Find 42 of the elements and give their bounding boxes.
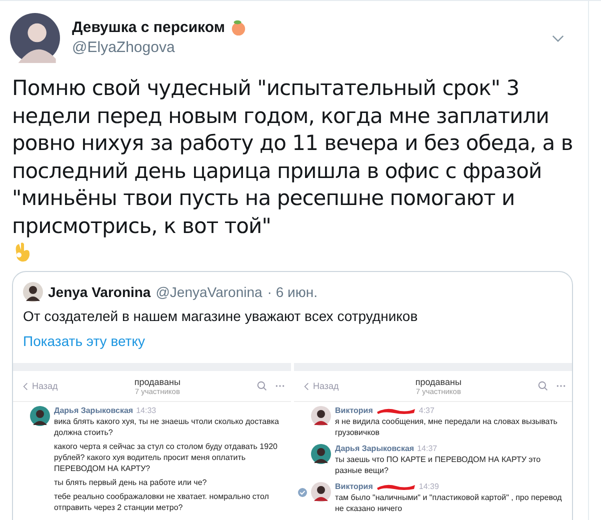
author-name[interactable]: Девушка с персиком [72,19,225,36]
peach-icon [230,19,247,36]
quoted-tweet[interactable] [12,271,573,520]
message-text: вика блять какого хуя, ты не знаешь чтоли сколько доставка должна стоить? [54,416,280,438]
search-icon [538,381,548,391]
show-thread-link[interactable]: Показать эту ветку [13,324,155,349]
message-time: 14:37 [417,444,438,453]
message-time: 4:37 [418,406,434,415]
message-time: 14:33 [136,406,156,415]
avatar [311,406,331,426]
message-author: Дарья Зарыковская [335,444,414,453]
avatar [30,406,50,426]
chat-title: продаваны [415,376,462,386]
author-handle[interactable]: @ElyaZhogova [72,39,247,56]
chevron-down-icon[interactable] [552,35,564,42]
back-link: Назад [304,381,339,391]
message-text: там было "наличными" и "пластиковой картой" , про перевод не сказано ничего [335,492,563,514]
search-icon [257,381,267,391]
back-link: Назад [23,381,58,391]
message-text: тебе реально соображаловки не хватает. номрально стол отправить через 2 станции метро? [54,491,270,513]
avatar [23,282,43,302]
more-icon [556,384,566,388]
message-author: Виктория [335,406,373,415]
message-text: какого черта я сейчас за стул со столом буду отдавать 1920 рублей? какого хуя водитель просит меня оплатить ПЕРЕВОДОМ НА КАРТУ? [54,441,278,474]
tweet-text: Помню свой чудесный "испытательный срок" 3 недели перед новым годом, когда мне заплатили ровно нихуя за работу до 11 вечера и без обеда, а в последний день царица пришла в офис с фразой "миньёны твои пусть на ресепшне помогают и присмотрись, к вот той" [12,75,574,240]
back-icon [304,382,309,390]
message-text: ты заешь что ПО КАРТЕ и ПЕРЕВОДОМ НА КАРТУ это разные вещи? [335,454,542,476]
quote-author-handle: @JenyaVaronina [156,284,262,300]
more-icon [275,384,285,388]
avatar [311,444,331,464]
quote-date: · 6 июн. [267,284,318,300]
message-time: 14:39 [418,482,439,491]
avatar [311,482,331,502]
avatar [10,13,60,63]
back-icon [23,382,28,390]
message-text: ты блять первый день на работе или че? [54,477,208,488]
quote-author-name: Jenya Varonina [48,284,151,300]
quote-text: От создателей в нашем магазине уважают всех сотрудников [22,307,419,324]
chat-title: продаваны [134,376,180,386]
message-author: Дарья Зарыковская [54,406,134,415]
message-author: Виктория [335,482,373,491]
message-text: я не видила сообщения, мне передали на словах вызывать грузовичков [335,416,558,438]
